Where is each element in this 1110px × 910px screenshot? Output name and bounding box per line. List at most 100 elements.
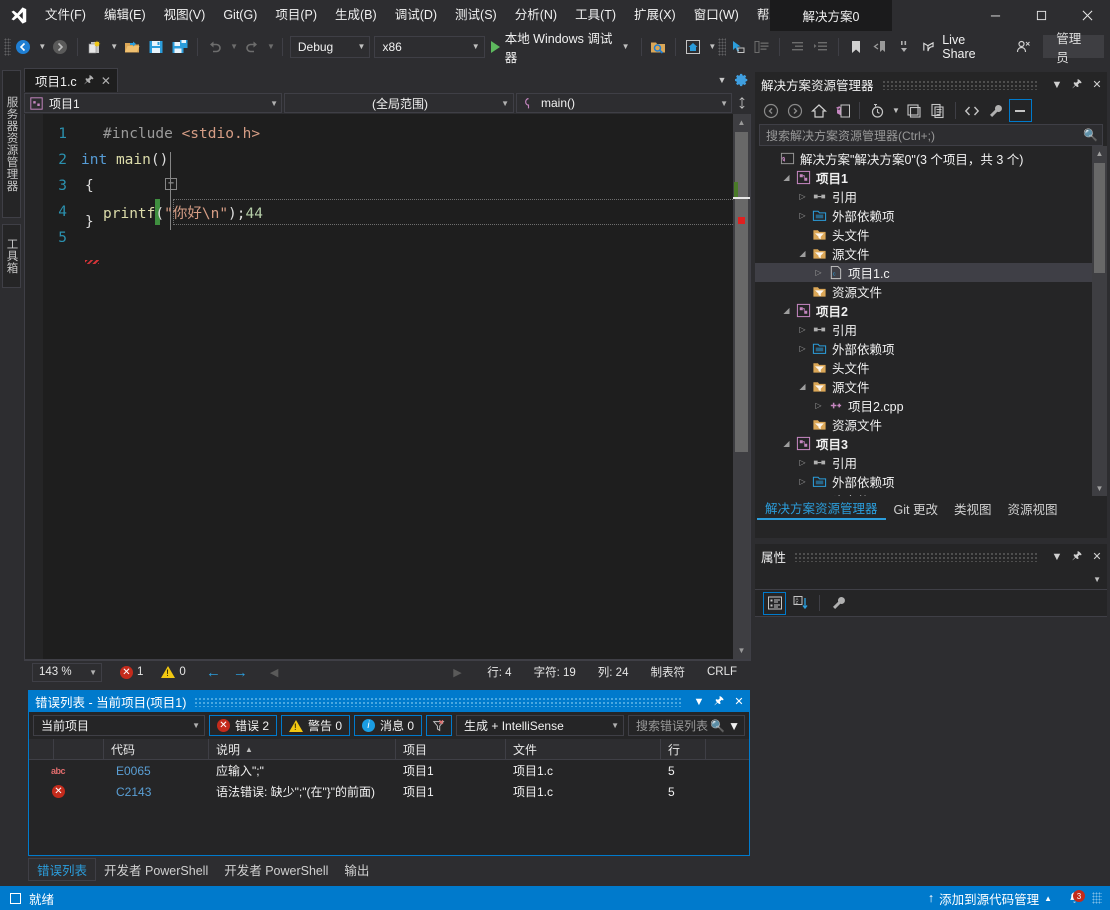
find-in-files-button[interactable]	[646, 35, 670, 59]
panel-close-icon[interactable]: ✕	[1087, 74, 1107, 96]
twisty-collapsed-icon[interactable]: ▷	[795, 458, 810, 467]
error-code[interactable]: C2143	[109, 781, 209, 802]
comment-block-button[interactable]	[750, 35, 774, 59]
add-to-source-control-button[interactable]: ↑ 添加到源代码管理 ▲	[924, 886, 1056, 910]
panel-menu-chevron-icon[interactable]: ▼	[689, 691, 709, 712]
solution-explorer-search[interactable]: 搜索解决方案资源管理器(Ctrl+;) 🔍	[759, 124, 1103, 146]
menu-item-test[interactable]: 测试(S)	[446, 0, 506, 31]
next-issue-arrow-icon[interactable]: →	[233, 664, 248, 681]
column-project[interactable]: 项目	[396, 738, 506, 760]
menu-item-file[interactable]: 文件(F)	[36, 0, 95, 31]
save-all-button[interactable]	[168, 35, 192, 59]
properties-object-combo[interactable]: ▼	[755, 569, 1107, 590]
tree-node-item[interactable]: 头文件	[755, 225, 1107, 244]
split-editor-icon[interactable]	[734, 93, 750, 113]
menu-item-view[interactable]: 视图(V)	[155, 0, 215, 31]
editor-tab-project1-c[interactable]: 项目1.c 🖈 ✕	[24, 68, 118, 92]
solution-explorer-tree[interactable]: 解决方案"解决方案0"(3 个项目，共 3 个) ◢ 项目1 ▷ 引用 ▷ 外部依赖项 头文件…	[755, 146, 1107, 496]
tree-node-item[interactable]: ◢ 源文件	[755, 377, 1107, 396]
twisty-expanded-icon[interactable]: ◢	[795, 382, 810, 391]
scroll-right-icon[interactable]: ▶	[453, 666, 461, 679]
tree-node-item[interactable]: ▷ 引用	[755, 187, 1107, 206]
se-show-all-files-button[interactable]	[927, 99, 950, 122]
tree-node-item[interactable]: ▷ 引用	[755, 320, 1107, 339]
scroll-down-arrow-icon[interactable]: ▼	[1092, 481, 1107, 496]
panel-pin-icon[interactable]: 🖈	[1067, 546, 1087, 568]
se-collapse-all-button[interactable]	[903, 99, 926, 122]
solution-configuration-combo[interactable]: Debug ▼	[289, 35, 371, 58]
menu-item-analyze[interactable]: 分析(N)	[506, 0, 566, 31]
previous-issue-arrow-icon[interactable]: ←	[206, 664, 221, 681]
bottom-tab-developer-powershell-1[interactable]: 开发者 PowerShell	[96, 858, 216, 881]
code-editor[interactable]: 1 #include <stdio.h> 2 − int main() 3 { …	[24, 114, 751, 660]
error-scope-combo[interactable]: 当前项目 ▼	[33, 715, 205, 736]
close-icon[interactable]: ✕	[101, 74, 111, 88]
twisty-collapsed-icon[interactable]: ▷	[795, 211, 810, 220]
vtab-toolbox[interactable]: 工具箱	[2, 224, 21, 288]
error-source-combo[interactable]: 生成 + IntelliSense ▼	[456, 715, 625, 736]
navbar-project-combo[interactable]: 项目1 ▼	[24, 93, 282, 113]
twisty-collapsed-icon[interactable]: ▷	[811, 401, 826, 410]
notifications-button[interactable]: 3	[1063, 886, 1085, 910]
se-back-button[interactable]	[759, 99, 782, 122]
toolbar-grip-2[interactable]	[718, 37, 726, 56]
toolbar-grip[interactable]	[4, 37, 12, 56]
tree-node-item[interactable]: ▷ 项目2.cpp	[755, 396, 1107, 415]
menu-item-build[interactable]: 生成(B)	[326, 0, 386, 31]
se-scrollbar-thumb[interactable]	[1094, 163, 1105, 273]
se-properties-button[interactable]	[985, 99, 1008, 122]
twisty-expanded-icon[interactable]: ◢	[779, 173, 794, 182]
panel-menu-chevron-icon[interactable]: ▼	[1047, 546, 1067, 568]
panel-drag-dots[interactable]	[194, 696, 681, 707]
se-pending-dropdown-icon[interactable]: ▼	[890, 106, 902, 115]
panel-pin-icon[interactable]: 🖈	[1067, 74, 1087, 96]
panel-menu-chevron-icon[interactable]: ▼	[1047, 74, 1067, 96]
live-share-button[interactable]: Live Share	[916, 33, 1004, 61]
menu-item-debug[interactable]: 调试(D)	[386, 0, 446, 31]
tree-node-item[interactable]: ◢ 源文件	[755, 244, 1107, 263]
chevron-down-icon[interactable]: ▼	[728, 719, 740, 733]
properties-alphabetical-button[interactable]: AZ	[789, 592, 812, 615]
minimize-button[interactable]	[972, 0, 1018, 31]
tree-node-item[interactable]: 资源文件	[755, 415, 1107, 434]
errors-filter-chip[interactable]: ✕ 错误 2	[209, 715, 278, 736]
start-debugging-button[interactable]: 本地 Windows 调试器 ▼	[487, 32, 636, 65]
clear-filter-button[interactable]	[426, 715, 453, 736]
tree-node-item[interactable]: ▷ 外部依赖项	[755, 206, 1107, 225]
tree-node-item[interactable]: 解决方案"解决方案0"(3 个项目，共 3 个)	[755, 149, 1107, 168]
tree-node-item[interactable]: 头文件	[755, 358, 1107, 377]
maximize-button[interactable]	[1018, 0, 1064, 31]
quote-button[interactable]	[892, 35, 916, 59]
tree-node-item[interactable]: ◢ 项目2	[755, 301, 1107, 320]
tree-node-item[interactable]: ▷ 外部依赖项	[755, 339, 1107, 358]
se-show-code-button[interactable]	[961, 99, 984, 122]
properties-grid[interactable]	[755, 617, 1107, 887]
error-code[interactable]: E0065	[109, 760, 209, 781]
se-tab-resource-view[interactable]: 资源视图	[999, 497, 1065, 520]
editor-warning-count[interactable]: 0	[161, 666, 186, 678]
scrollbar-thumb[interactable]	[735, 132, 748, 452]
undo-button[interactable]	[203, 35, 227, 59]
twisty-expanded-icon[interactable]: ◢	[779, 439, 794, 448]
tree-node-item[interactable]: ◢头文件	[755, 491, 1107, 496]
menu-item-git[interactable]: Git(G)	[214, 0, 266, 31]
menu-item-extensions[interactable]: 扩展(X)	[625, 0, 685, 31]
column-description[interactable]: 说明 ▲	[209, 738, 396, 760]
navigate-backward-dropdown-icon[interactable]: ▼	[36, 42, 48, 51]
se-pending-changes-button[interactable]	[865, 99, 888, 122]
twisty-collapsed-icon[interactable]: ▷	[795, 325, 810, 334]
se-forward-button[interactable]	[783, 99, 806, 122]
panel-close-icon[interactable]: ✕	[729, 691, 749, 712]
tree-node-item[interactable]: ◢ 项目1	[755, 168, 1107, 187]
tree-node-item[interactable]: ▷ 外部依赖项	[755, 472, 1107, 491]
se-tree-scrollbar[interactable]: ▲ ▼	[1092, 146, 1107, 496]
twisty-collapsed-icon[interactable]: ▷	[795, 477, 810, 486]
undo-dropdown-icon[interactable]: ▼	[228, 42, 240, 51]
vtab-server-explorer[interactable]: 服务器资源管理器	[2, 70, 21, 218]
select-element-button[interactable]	[726, 35, 750, 59]
redo-button[interactable]	[240, 35, 264, 59]
column-line[interactable]: 行	[661, 738, 706, 760]
scroll-up-arrow-icon[interactable]: ▲	[1092, 146, 1107, 161]
se-preview-selected-button[interactable]	[1008, 99, 1032, 122]
panel-drag-dots[interactable]	[881, 79, 1039, 90]
